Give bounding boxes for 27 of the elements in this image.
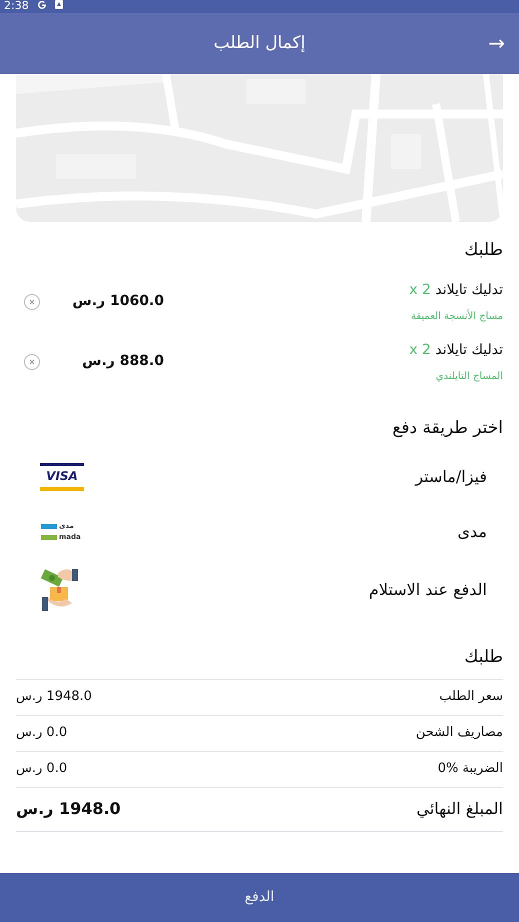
section-heading: طلبك <box>463 646 503 669</box>
cash-hands-icon <box>40 567 80 613</box>
item-price: 1060.0 ر.س <box>71 292 164 311</box>
visa-logo: VISA <box>40 462 84 490</box>
back-button[interactable]: → <box>488 31 505 55</box>
summary-value: 0.0 ر.س <box>16 760 68 778</box>
summary-label: الضريبة %0 <box>438 760 503 778</box>
remove-icon[interactable] <box>24 294 40 310</box>
section-heading: طلبك <box>463 239 503 262</box>
summary-value: 0.0 ر.س <box>16 724 68 742</box>
item-price: 888.0 ر.س <box>81 352 164 371</box>
summary-label: المبلغ النهائي <box>416 798 503 820</box>
screen-title: إكمال الطلب <box>214 32 306 55</box>
pay-button[interactable]: الدفع <box>0 873 519 922</box>
item-description: المساج التايلندي <box>434 370 503 384</box>
status-time: 2:38 <box>4 0 29 11</box>
item-description: مساج الأنسجة العميقة <box>410 308 503 324</box>
payment-method-label[interactable]: فيزا/ماستر <box>415 464 487 488</box>
summary-value: 1948.0 ر.س <box>16 688 92 706</box>
remove-icon[interactable] <box>24 354 40 370</box>
summary-label: مصاريف الشحن <box>416 724 503 742</box>
payment-method-label[interactable]: الدفع عند الاستلام <box>368 578 487 602</box>
summary-value: 1948.0 ر.س <box>16 798 121 820</box>
g-icon <box>36 0 47 10</box>
payment-method-label[interactable]: مدى <box>458 520 487 544</box>
summary-label: سعر الطلب <box>439 688 503 706</box>
section-heading: اختر طريقة دفع <box>391 416 503 440</box>
